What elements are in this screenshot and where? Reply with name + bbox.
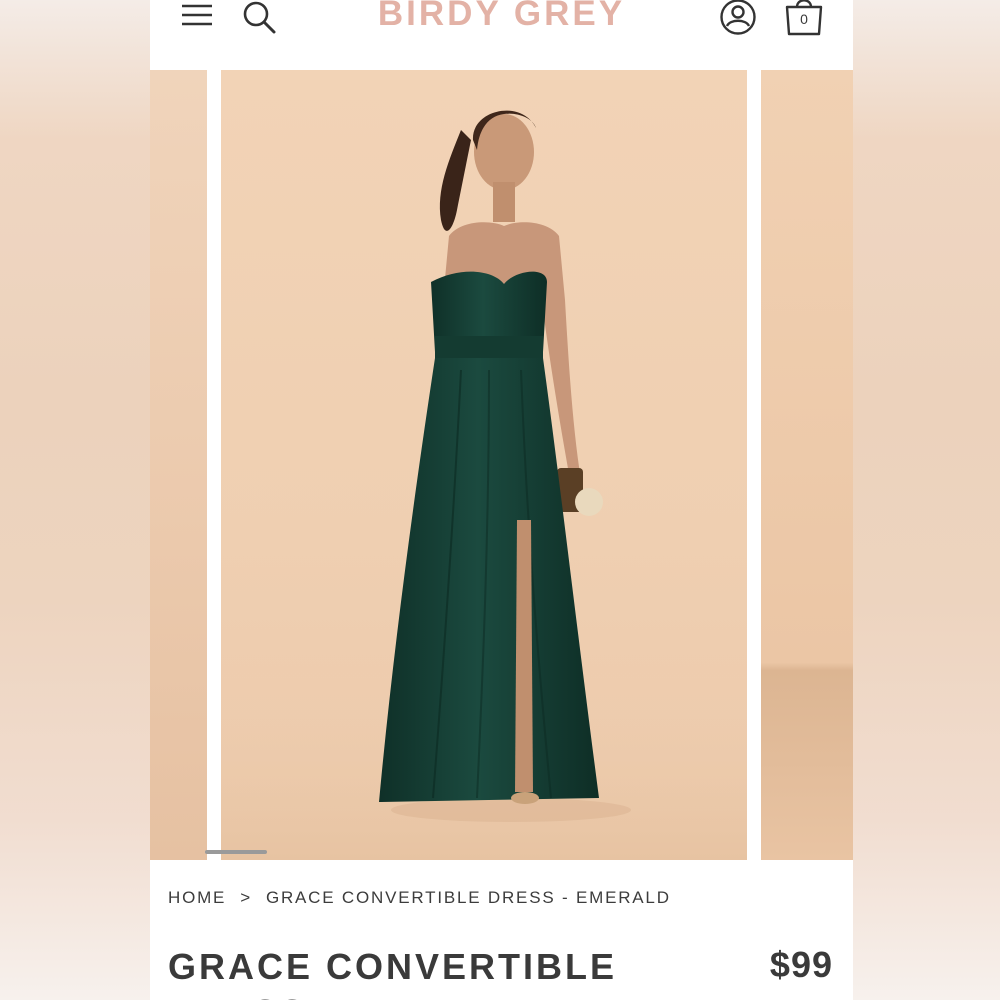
right-backdrop [850, 0, 1000, 1000]
carousel-scroll-indicator [205, 850, 267, 854]
site-header: BIRDY GREY 0 [150, 0, 853, 70]
breadcrumb: HOME > GRACE CONVERTIBLE DRESS - EMERALD [168, 888, 848, 908]
user-account-icon[interactable] [718, 0, 758, 37]
left-backdrop [0, 0, 150, 1000]
cart-count-badge: 0 [800, 11, 808, 27]
product-title: GRACE CONVERTIBLE DRESS [168, 946, 618, 1000]
product-image-carousel[interactable] [150, 70, 853, 860]
product-price: $99 [769, 944, 833, 985]
next-product-image[interactable] [761, 70, 853, 860]
breadcrumb-separator: > [240, 888, 252, 907]
breadcrumb-current: GRACE CONVERTIBLE DRESS - EMERALD [265, 888, 671, 907]
mobile-page: BIRDY GREY 0 HOME > GRACE CONVERTIBLE DR… [150, 0, 853, 1000]
breadcrumb-home-link[interactable]: HOME [168, 888, 226, 908]
model-illustration [221, 110, 747, 860]
model-emerald-dress-image[interactable] [221, 70, 747, 860]
previous-product-image[interactable] [150, 70, 207, 860]
